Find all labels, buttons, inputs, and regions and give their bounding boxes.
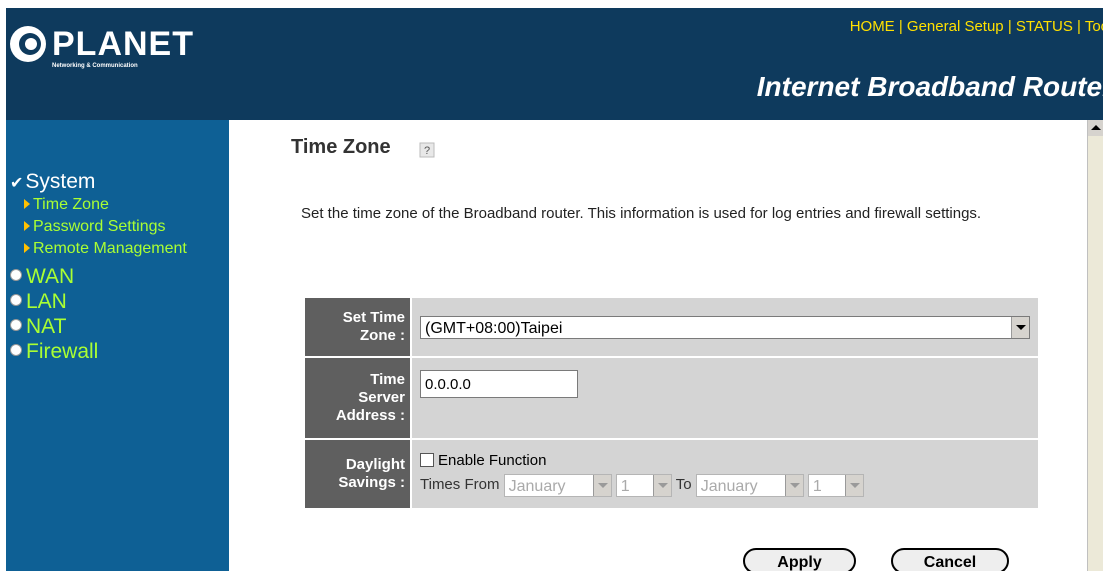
chevron-down-icon[interactable] <box>784 474 803 496</box>
chevron-down-icon[interactable] <box>1011 316 1029 338</box>
from-day-value: 1 <box>620 477 630 495</box>
chevron-down-icon[interactable] <box>592 474 611 496</box>
page-title: Time Zone <box>291 136 391 158</box>
form-row-daylight-savings: Daylight Savings : Enable Function Times… <box>305 440 1038 510</box>
to-month-value: January <box>700 477 758 495</box>
times-from-label: Times From <box>420 476 500 493</box>
form-row-time-server: Time Server Address : 0.0.0.0 <box>305 358 1038 440</box>
nav-separator: | <box>894 18 907 35</box>
sidebar-item-label: LAN <box>26 290 67 313</box>
nav-separator: | <box>1003 18 1016 35</box>
to-month-select[interactable]: January <box>695 473 804 497</box>
sidebar-item-label: Firewall <box>26 340 99 363</box>
help-icon[interactable]: ? <box>419 142 435 158</box>
header-banner: PLANET Networking & Communication HOME |… <box>6 8 1103 120</box>
sidebar-item-wan[interactable]: WAN <box>10 265 74 289</box>
enable-function-row: Enable Function <box>420 450 1030 472</box>
sidebar-menu: ✔System Time Zone Password Settings Remo… <box>6 120 229 571</box>
bullet-icon <box>10 344 22 357</box>
form-value-time-zone: (GMT+08:00)Taipei <box>410 298 1038 358</box>
logo-text: PLANET <box>52 25 194 63</box>
label-line: Set Time <box>342 309 405 326</box>
time-zone-select[interactable]: (GMT+08:00)Taipei <box>420 315 1030 339</box>
nav-home-link[interactable]: HOME <box>850 18 895 35</box>
bullet-icon <box>10 319 22 332</box>
sidebar-subitem-label: Time Zone <box>33 196 109 213</box>
time-zone-select-value: (GMT+08:00)Taipei <box>425 319 563 337</box>
planet-logo: PLANET Networking & Communication <box>10 26 193 76</box>
label-line: Address : <box>335 407 405 424</box>
sidebar-subitem-remote-management[interactable]: Remote Management <box>24 240 187 258</box>
chevron-down-icon[interactable] <box>652 474 671 496</box>
sidebar-item-lan[interactable]: LAN <box>10 290 67 314</box>
from-day-select[interactable]: 1 <box>615 473 672 497</box>
browser-viewport: PLANET Networking & Communication HOME |… <box>6 8 1103 571</box>
sidebar-item-label: NAT <box>26 315 67 338</box>
form-label-time-server: Time Server Address : <box>305 358 410 440</box>
sidebar-item-label: System <box>25 170 96 193</box>
sidebar-item-system[interactable]: ✔System <box>10 170 95 194</box>
chevron-down-icon[interactable] <box>844 474 863 496</box>
form-row-time-zone: Set Time Zone : (GMT+08:00)Taipei <box>305 298 1038 358</box>
label-line: Server <box>358 389 405 406</box>
label-line: Time <box>370 371 405 388</box>
arrow-right-icon <box>24 242 30 253</box>
label-line: Savings : <box>338 474 405 491</box>
sidebar-subitem-password-settings[interactable]: Password Settings <box>24 218 166 236</box>
from-month-select[interactable]: January <box>503 473 612 497</box>
nav-tools-link[interactable]: Too <box>1085 18 1103 35</box>
arrow-right-icon <box>24 220 30 231</box>
product-name: Internet Broadband Router <box>756 71 1103 102</box>
layout-gutter <box>229 120 239 571</box>
checkmark-icon: ✔ <box>10 175 24 192</box>
vertical-scrollbar[interactable] <box>1087 120 1103 571</box>
sidebar-subitem-time-zone[interactable]: Time Zone <box>24 196 109 214</box>
nav-separator: | <box>1072 18 1085 35</box>
bullet-icon <box>10 269 22 282</box>
sidebar-item-label: WAN <box>26 265 75 288</box>
label-line: Zone : <box>360 327 405 344</box>
cancel-button[interactable]: Cancel <box>891 548 1009 571</box>
bullet-icon <box>10 294 22 307</box>
sidebar-subitem-label: Remote Management <box>33 240 187 257</box>
enable-function-label: Enable Function <box>438 452 547 469</box>
times-row: Times From January 1 To January 1 <box>420 472 1030 498</box>
sidebar-item-firewall[interactable]: Firewall <box>10 340 98 364</box>
form-value-daylight-savings: Enable Function Times From January 1 To <box>410 440 1038 510</box>
nav-status-link[interactable]: STATUS <box>1016 18 1073 35</box>
time-server-input[interactable]: 0.0.0.0 <box>420 370 578 398</box>
to-day-value: 1 <box>812 477 822 495</box>
top-navigation: HOME | General Setup | STATUS | Too <box>850 18 1103 35</box>
form-label-time-zone: Set Time Zone : <box>305 298 410 358</box>
main-content: Time Zone ? Set the time zone of the Bro… <box>239 120 1087 571</box>
sidebar-item-nat[interactable]: NAT <box>10 315 66 339</box>
page-description: Set the time zone of the Broadband route… <box>301 205 982 222</box>
to-day-select[interactable]: 1 <box>807 473 864 497</box>
svg-text:?: ? <box>424 145 430 157</box>
form-value-time-server: 0.0.0.0 <box>410 358 1038 440</box>
arrow-right-icon <box>24 198 30 209</box>
from-month-value: January <box>508 477 566 495</box>
logo-subtext: Networking & Communication <box>52 63 138 69</box>
form-label-daylight-savings: Daylight Savings : <box>305 440 410 510</box>
time-zone-form: Set Time Zone : (GMT+08:00)Taipei Time S… <box>305 298 1038 510</box>
apply-button[interactable]: Apply <box>743 548 856 571</box>
nav-general-setup-link[interactable]: General Setup <box>907 18 1004 35</box>
label-line: Daylight <box>345 456 405 473</box>
sidebar-subitem-label: Password Settings <box>33 218 166 235</box>
logo-circle-dot <box>25 38 37 50</box>
to-label: To <box>675 476 692 493</box>
enable-function-checkbox[interactable] <box>420 453 434 468</box>
scroll-up-arrow-icon[interactable] <box>1088 120 1103 136</box>
